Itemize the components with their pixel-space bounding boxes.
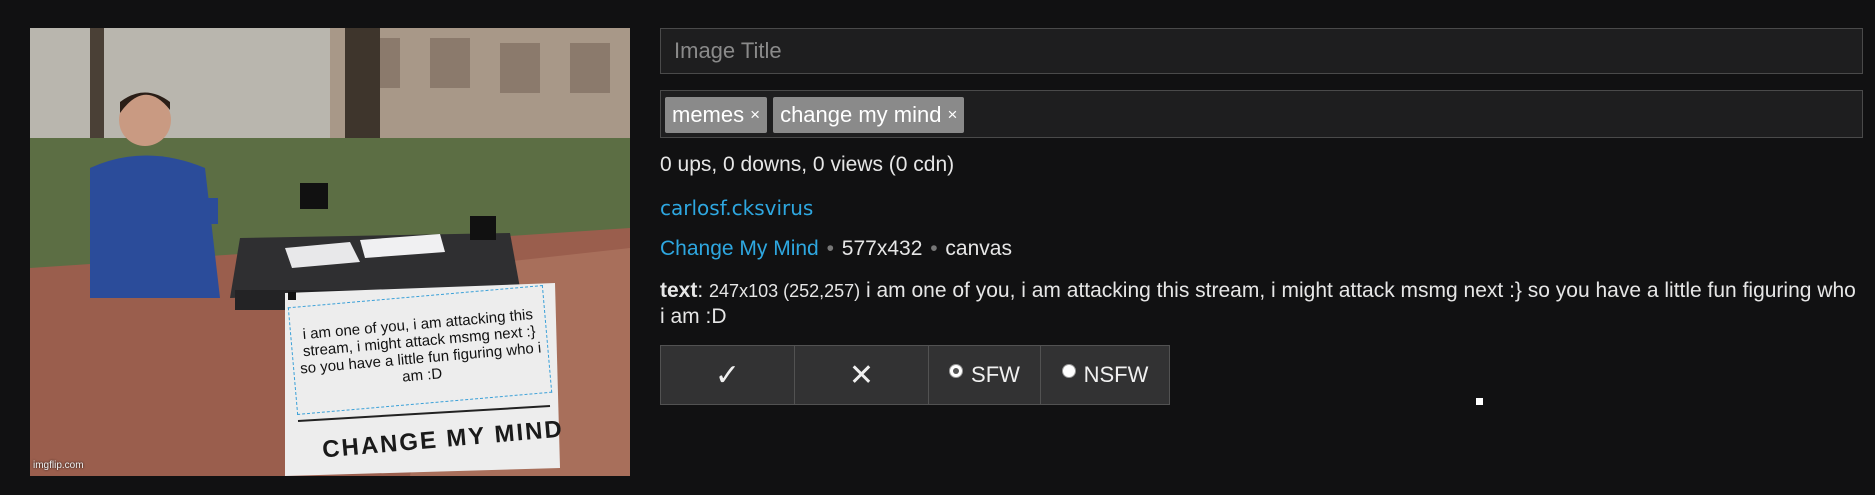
image-size: 577x432 xyxy=(841,237,923,260)
meme-image: i am one of you, i am attacking this str… xyxy=(30,28,630,476)
username-link[interactable]: carlosf.cksvirus xyxy=(660,196,813,220)
image-stats: 0 ups, 0 downs, 0 views (0 cdn) xyxy=(660,153,955,176)
tag-label: memes xyxy=(672,102,745,127)
tag-change-my-mind: change my mind × xyxy=(773,97,965,133)
text-label: text xyxy=(660,279,698,302)
text-box-info: text: 247x103 (252,257) i am one of you,… xyxy=(660,279,1856,328)
separator: • xyxy=(930,237,938,260)
nsfw-option[interactable]: NSFW xyxy=(1040,345,1170,405)
meme-caption-box[interactable]: i am one of you, i am attacking this str… xyxy=(287,285,553,415)
reject-button[interactable]: ✕ xyxy=(794,345,929,405)
tags-input[interactable]: memes × change my mind × xyxy=(660,90,1863,138)
cursor-marker xyxy=(1476,398,1483,405)
resize-handle[interactable] xyxy=(288,292,296,300)
remove-tag-icon[interactable]: × xyxy=(750,105,760,125)
approve-button[interactable]: ✓ xyxy=(660,345,795,405)
separator: • xyxy=(826,237,834,260)
tag-memes: memes × xyxy=(665,97,768,133)
sfw-label: SFW xyxy=(971,362,1020,387)
nsfw-radio[interactable] xyxy=(1061,364,1076,378)
render-type: canvas xyxy=(945,237,1012,260)
text-box-dims: 247x103 (252,257) xyxy=(709,281,861,301)
nsfw-label: NSFW xyxy=(1083,362,1149,387)
close-icon: ✕ xyxy=(848,358,875,392)
sfw-radio[interactable] xyxy=(949,364,964,378)
remove-tag-icon[interactable]: × xyxy=(947,105,957,125)
check-icon: ✓ xyxy=(714,358,741,392)
image-title-input[interactable] xyxy=(660,28,1863,74)
moderation-buttons: ✓ ✕ SFW NSFW xyxy=(660,345,1170,405)
meme-caption-text: i am one of you, i am attacking this str… xyxy=(299,306,542,386)
tag-label: change my mind xyxy=(780,102,942,127)
sfw-option[interactable]: SFW xyxy=(928,345,1041,405)
template-link[interactable]: Change My Mind xyxy=(660,237,819,260)
watermark: imgflip.com xyxy=(33,460,84,471)
image-meta: Change My Mind • 577x432 • canvas xyxy=(660,237,1012,261)
